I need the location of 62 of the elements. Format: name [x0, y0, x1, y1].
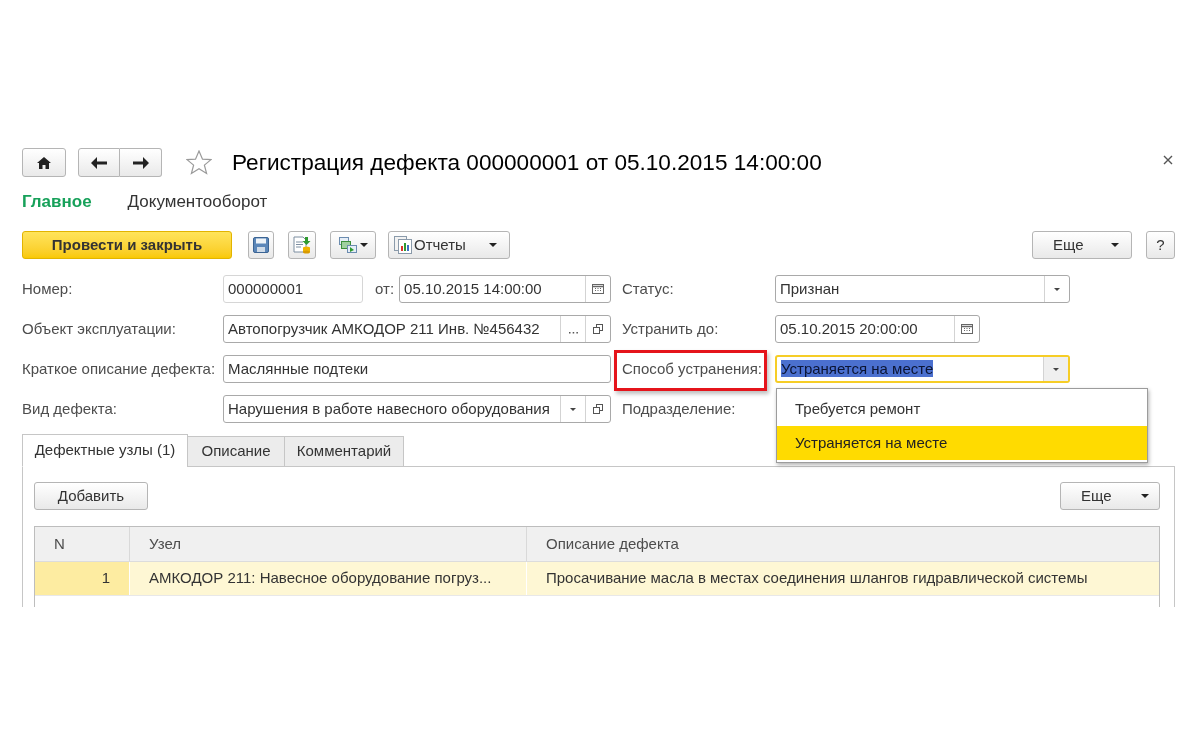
field-label: Статус:: [622, 278, 674, 299]
column-header[interactable]: Узел: [130, 527, 527, 561]
home-button[interactable]: [22, 148, 66, 177]
input-field[interactable]: 000000001: [223, 275, 363, 303]
table-cell: 1: [35, 562, 130, 595]
structure-button[interactable]: [330, 231, 376, 259]
forward-button[interactable]: [120, 148, 162, 177]
linked-boxes-icon: [338, 237, 357, 253]
field-label: Подразделение:: [622, 398, 736, 419]
field-label: Краткое описание дефекта:: [22, 358, 217, 379]
column-header[interactable]: N: [35, 527, 130, 561]
input-field[interactable]: Нарушения в работе навесного оборудования: [223, 395, 611, 423]
post-button[interactable]: [288, 231, 316, 259]
section-tab[interactable]: Документооборот: [127, 189, 268, 215]
window-title: Регистрация дефекта 000000001 от 05.10.2015 14:00:00: [232, 148, 822, 177]
input-field[interactable]: Маслянные подтеки: [223, 355, 611, 383]
caret-icon: [1053, 367, 1059, 371]
tab[interactable]: Описание: [187, 436, 285, 467]
document-arrow-icon: [293, 236, 311, 254]
more-button[interactable]: Еще: [1060, 482, 1160, 510]
calendar-icon: [592, 284, 604, 294]
calendar-icon: [961, 324, 973, 334]
overlapping-squares-icon: [593, 404, 603, 414]
tab[interactable]: Комментарий: [284, 436, 404, 467]
caret-icon: [359, 243, 368, 247]
caret-icon: [1054, 287, 1060, 291]
reports-button[interactable]: Отчеты: [388, 231, 510, 259]
table-row[interactable]: 1 АМКОДОР 211: Навесное оборудование погруз... Просачивание масла в местах соединения шлангов гидравлической системы: [35, 562, 1159, 596]
input-field[interactable]: 05.10.2015 20:00:00: [775, 315, 980, 343]
field-label: от:: [375, 278, 395, 299]
overlapping-squares-icon: [593, 324, 603, 334]
caret-icon: [1141, 494, 1149, 498]
dropdown-option[interactable]: Требуется ремонт: [777, 392, 1147, 426]
close-icon[interactable]: [1163, 154, 1173, 165]
more-button[interactable]: Еще: [1032, 231, 1132, 259]
field-label: Устранить до:: [622, 318, 719, 339]
field-label: Номер:: [22, 278, 74, 299]
input-field[interactable]: Устраняется на месте: [775, 355, 1070, 383]
caret-icon: [1111, 243, 1119, 247]
arrow-right-icon: [132, 156, 149, 169]
input-field[interactable]: Признан: [775, 275, 1070, 303]
home-icon: [37, 156, 51, 169]
field-label: Вид дефекта:: [22, 398, 119, 419]
table-cell-text: Просачивание масла в местах соединения шлангов гидравлической системы: [545, 568, 1089, 589]
add-button[interactable]: Добавить: [34, 482, 148, 510]
save-button[interactable]: [248, 231, 274, 259]
dropdown-option[interactable]: Устраняется на месте: [777, 426, 1147, 460]
help-button[interactable]: ?: [1146, 231, 1175, 259]
caret-icon: [570, 407, 576, 411]
star-icon[interactable]: [186, 150, 212, 175]
chart-document-icon: [394, 236, 412, 254]
back-button[interactable]: [78, 148, 120, 177]
tab[interactable]: Дефектные узлы (1): [22, 434, 188, 467]
input-field[interactable]: 05.10.2015 14:00:00: [399, 275, 611, 303]
table-cell: АМКОДОР 211: Навесное оборудование погруз...: [130, 562, 527, 595]
field-label: Способ устранения:: [622, 358, 763, 379]
post-and-close-button[interactable]: Провести и закрыть: [22, 231, 232, 259]
caret-icon: [489, 243, 497, 247]
column-header[interactable]: Описание дефекта: [527, 527, 1159, 561]
arrow-left-icon: [91, 156, 107, 169]
field-label: Объект эксплуатации:: [22, 318, 177, 339]
input-field[interactable]: Автопогрузчик АМКОДОР 211 Инв. №456432: [223, 315, 611, 343]
